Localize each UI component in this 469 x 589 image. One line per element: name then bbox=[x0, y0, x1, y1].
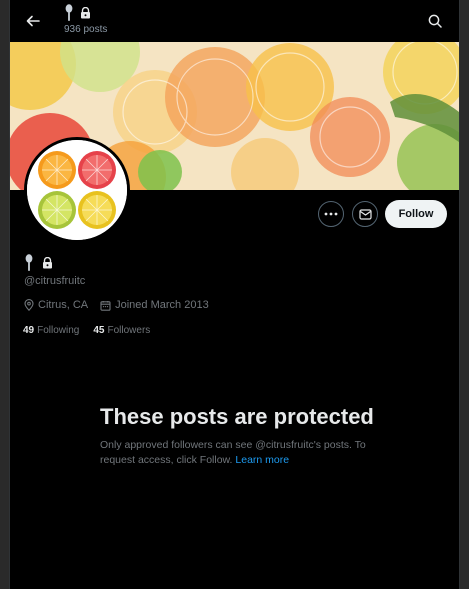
join-date: Joined March 2013 bbox=[100, 299, 209, 311]
following-label: Following bbox=[37, 325, 80, 336]
header-name-row bbox=[64, 4, 107, 22]
envelope-icon bbox=[358, 208, 372, 220]
header-title: 936 posts bbox=[64, 4, 107, 35]
learn-more-link[interactable]: Learn more bbox=[235, 454, 289, 466]
followers-label: Followers bbox=[107, 325, 151, 336]
top-bar: 936 posts bbox=[10, 0, 459, 42]
profile-page: 936 posts Follow @citrusfruitc Citrus, C… bbox=[9, 0, 460, 589]
lock-icon bbox=[43, 257, 52, 269]
message-button[interactable] bbox=[352, 201, 378, 227]
ellipsis-icon bbox=[324, 212, 338, 216]
search-button[interactable] bbox=[423, 9, 447, 33]
avatar-image bbox=[27, 140, 127, 240]
join-date-text: Joined March 2013 bbox=[115, 299, 209, 311]
map-pin-icon bbox=[24, 299, 34, 311]
display-name bbox=[24, 254, 53, 272]
avatar[interactable] bbox=[24, 137, 130, 243]
protected-title: These posts are protected bbox=[100, 404, 374, 429]
posts-count: 936 posts bbox=[64, 24, 108, 35]
calendar-icon bbox=[100, 300, 111, 311]
more-button[interactable] bbox=[318, 201, 344, 227]
following-count: 49 bbox=[23, 325, 35, 336]
follow-stats: 49 Following 45 Followers bbox=[23, 325, 164, 336]
location: Citrus, CA bbox=[24, 299, 88, 311]
spoon-icon bbox=[25, 254, 33, 271]
protected-body-text: Only approved followers can see @citrusf… bbox=[100, 439, 366, 466]
followers-link[interactable]: 45 Followers bbox=[93, 325, 150, 336]
search-icon bbox=[428, 14, 442, 28]
protected-notice: These posts are protected Only approved … bbox=[100, 404, 390, 468]
follow-button[interactable]: Follow bbox=[385, 200, 447, 228]
user-handle: @citrusfruitc bbox=[24, 275, 86, 287]
back-button[interactable] bbox=[20, 8, 46, 34]
followers-count: 45 bbox=[93, 325, 105, 336]
protected-body: Only approved followers can see @citrusf… bbox=[100, 438, 390, 468]
location-text: Citrus, CA bbox=[38, 299, 89, 311]
lock-icon bbox=[81, 7, 90, 19]
profile-meta: Citrus, CA Joined March 2013 bbox=[24, 299, 221, 311]
following-link[interactable]: 49 Following bbox=[23, 325, 79, 336]
spoon-icon bbox=[65, 4, 73, 21]
arrow-left-icon bbox=[26, 15, 40, 27]
